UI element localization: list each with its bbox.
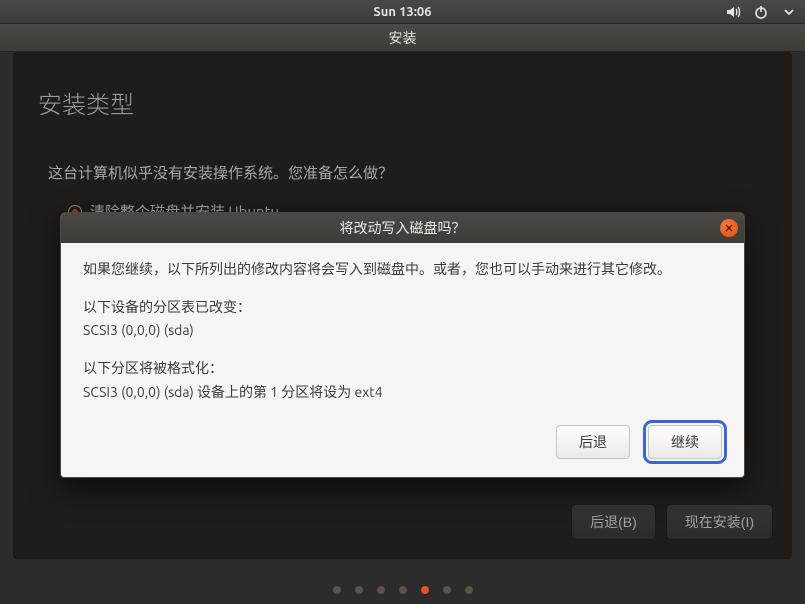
dialog-section1-item: SCSI3 (0,0,0) (sda)	[83, 320, 722, 342]
dialog-section2-item: SCSI3 (0,0,0) (sda) 设备上的第 1 分区将设为 ext4	[83, 382, 722, 404]
dialog-section2-title: 以下分区将被格式化：	[83, 358, 722, 380]
clock: Sun 13:06	[373, 5, 431, 19]
pager-dot[interactable]	[377, 586, 385, 594]
window-title: 安装	[389, 28, 417, 48]
pager-dots	[0, 586, 805, 594]
window-titlebar: 安装	[0, 24, 805, 52]
chevron-down-icon[interactable]	[781, 4, 797, 20]
volume-icon[interactable]	[725, 4, 741, 20]
close-icon[interactable]	[720, 219, 738, 237]
dialog-body: 如果您继续，以下所列出的修改内容将会写入到磁盘中。或者，您也可以手动来进行其它修…	[61, 243, 744, 425]
dialog-title: 将改动写入磁盘吗？	[340, 218, 466, 238]
dialog-section1-title: 以下设备的分区表已改变：	[83, 297, 722, 319]
dialog-back-button[interactable]: 后退	[556, 425, 630, 459]
dialog-continue-button[interactable]: 继续	[648, 425, 722, 459]
system-tray	[725, 0, 797, 24]
pager-dot[interactable]	[399, 586, 407, 594]
power-icon[interactable]	[753, 4, 769, 20]
dialog-actions: 后退 继续	[61, 425, 744, 477]
dialog-titlebar: 将改动写入磁盘吗？	[61, 213, 744, 243]
write-changes-dialog: 将改动写入磁盘吗？ 如果您继续，以下所列出的修改内容将会写入到磁盘中。或者，您也…	[60, 212, 745, 478]
pager-dot[interactable]	[421, 586, 429, 594]
dialog-intro: 如果您继续，以下所列出的修改内容将会写入到磁盘中。或者，您也可以手动来进行其它修…	[83, 259, 722, 281]
pager-dot[interactable]	[443, 586, 451, 594]
pager-dot[interactable]	[333, 586, 341, 594]
system-menubar: Sun 13:06	[0, 0, 805, 24]
pager-dot[interactable]	[465, 586, 473, 594]
pager-dot[interactable]	[355, 586, 363, 594]
